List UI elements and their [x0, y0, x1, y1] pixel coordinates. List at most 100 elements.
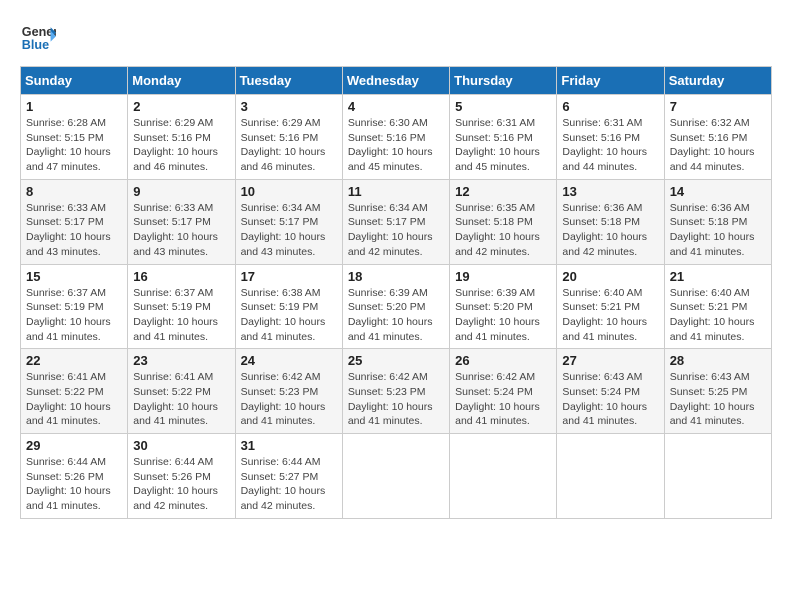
calendar-cell: 4 Sunrise: 6:30 AM Sunset: 5:16 PM Daylig… — [342, 95, 449, 180]
day-number: 5 — [455, 99, 551, 114]
calendar-cell: 19Sunrise: 6:39 AM Sunset: 5:20 PM Dayli… — [450, 264, 557, 349]
calendar-cell: 2Sunrise: 6:29 AM Sunset: 5:16 PM Daylig… — [128, 95, 235, 180]
day-number: 14 — [670, 184, 766, 199]
day-info: Sunrise: 6:44 AM Sunset: 5:27 PM Dayligh… — [241, 455, 337, 514]
calendar-cell: 17 Sunrise: 6:38 AM Sunset: 5:19 PM Dayli… — [235, 264, 342, 349]
calendar-cell: 27Sunrise: 6:43 AM Sunset: 5:24 PM Dayli… — [557, 349, 664, 434]
week-row-5: 29 Sunrise: 6:44 AM Sunset: 5:26 PM Dayli… — [21, 434, 772, 519]
day-info: Sunrise: 6:43 AM Sunset: 5:25 PM Dayligh… — [670, 370, 766, 429]
day-info: Sunrise: 6:33 AM Sunset: 5:17 PM Dayligh… — [26, 201, 122, 260]
day-number: 13 — [562, 184, 658, 199]
day-number: 2 — [133, 99, 229, 114]
weekday-header-tuesday: Tuesday — [235, 67, 342, 95]
day-info: Sunrise: 6:41 AM Sunset: 5:22 PM Dayligh… — [133, 370, 229, 429]
svg-text:Blue: Blue — [22, 38, 49, 52]
calendar-cell: 15 Sunrise: 6:37 AM Sunset: 5:19 PM Dayli… — [21, 264, 128, 349]
day-number: 9 — [133, 184, 229, 199]
day-info: Sunrise: 6:32 AM Sunset: 5:16 PM Dayligh… — [670, 116, 766, 175]
week-row-2: 8 Sunrise: 6:33 AM Sunset: 5:17 PM Daylig… — [21, 179, 772, 264]
calendar-cell: 26 Sunrise: 6:42 AM Sunset: 5:24 PM Dayli… — [450, 349, 557, 434]
day-number: 18 — [348, 269, 444, 284]
week-row-1: 1 Sunrise: 6:28 AM Sunset: 5:15 PM Daylig… — [21, 95, 772, 180]
day-info: Sunrise: 6:40 AM Sunset: 5:21 PM Dayligh… — [562, 286, 658, 345]
day-info: Sunrise: 6:39 AM Sunset: 5:20 PM Dayligh… — [348, 286, 444, 345]
calendar-cell — [557, 434, 664, 519]
day-info: Sunrise: 6:36 AM Sunset: 5:18 PM Dayligh… — [562, 201, 658, 260]
day-number: 26 — [455, 353, 551, 368]
calendar-cell: 14Sunrise: 6:36 AM Sunset: 5:18 PM Dayli… — [664, 179, 771, 264]
week-row-4: 22 Sunrise: 6:41 AM Sunset: 5:22 PM Dayli… — [21, 349, 772, 434]
day-number: 29 — [26, 438, 122, 453]
day-number: 17 — [241, 269, 337, 284]
day-info: Sunrise: 6:34 AM Sunset: 5:17 PM Dayligh… — [348, 201, 444, 260]
calendar-cell: 30 Sunrise: 6:44 AM Sunset: 5:26 PM Dayli… — [128, 434, 235, 519]
weekday-header-sunday: Sunday — [21, 67, 128, 95]
day-number: 15 — [26, 269, 122, 284]
day-info: Sunrise: 6:40 AM Sunset: 5:21 PM Dayligh… — [670, 286, 766, 345]
week-row-3: 15 Sunrise: 6:37 AM Sunset: 5:19 PM Dayli… — [21, 264, 772, 349]
calendar-cell: 24 Sunrise: 6:42 AM Sunset: 5:23 PM Dayli… — [235, 349, 342, 434]
day-number: 23 — [133, 353, 229, 368]
calendar-cell: 11 Sunrise: 6:34 AM Sunset: 5:17 PM Dayli… — [342, 179, 449, 264]
day-info: Sunrise: 6:42 AM Sunset: 5:23 PM Dayligh… — [241, 370, 337, 429]
calendar-cell: 1 Sunrise: 6:28 AM Sunset: 5:15 PM Daylig… — [21, 95, 128, 180]
day-number: 11 — [348, 184, 444, 199]
logo-icon: General Blue — [20, 20, 56, 56]
day-info: Sunrise: 6:44 AM Sunset: 5:26 PM Dayligh… — [133, 455, 229, 514]
calendar-cell: 20Sunrise: 6:40 AM Sunset: 5:21 PM Dayli… — [557, 264, 664, 349]
calendar-cell: 16 Sunrise: 6:37 AM Sunset: 5:19 PM Dayli… — [128, 264, 235, 349]
logo: General Blue — [20, 20, 60, 56]
day-info: Sunrise: 6:42 AM Sunset: 5:24 PM Dayligh… — [455, 370, 551, 429]
day-number: 24 — [241, 353, 337, 368]
day-number: 28 — [670, 353, 766, 368]
calendar-cell: 10 Sunrise: 6:34 AM Sunset: 5:17 PM Dayli… — [235, 179, 342, 264]
day-number: 27 — [562, 353, 658, 368]
calendar-cell: 12 Sunrise: 6:35 AM Sunset: 5:18 PM Dayli… — [450, 179, 557, 264]
calendar-cell: 31 Sunrise: 6:44 AM Sunset: 5:27 PM Dayli… — [235, 434, 342, 519]
day-number: 16 — [133, 269, 229, 284]
day-info: Sunrise: 6:42 AM Sunset: 5:23 PM Dayligh… — [348, 370, 444, 429]
day-info: Sunrise: 6:35 AM Sunset: 5:18 PM Dayligh… — [455, 201, 551, 260]
calendar-cell — [342, 434, 449, 519]
calendar-cell: 8 Sunrise: 6:33 AM Sunset: 5:17 PM Daylig… — [21, 179, 128, 264]
day-number: 12 — [455, 184, 551, 199]
day-info: Sunrise: 6:33 AM Sunset: 5:17 PM Dayligh… — [133, 201, 229, 260]
day-info: Sunrise: 6:37 AM Sunset: 5:19 PM Dayligh… — [133, 286, 229, 345]
calendar-cell — [450, 434, 557, 519]
calendar-cell: 7 Sunrise: 6:32 AM Sunset: 5:16 PM Daylig… — [664, 95, 771, 180]
day-info: Sunrise: 6:30 AM Sunset: 5:16 PM Dayligh… — [348, 116, 444, 175]
calendar-cell: 29 Sunrise: 6:44 AM Sunset: 5:26 PM Dayli… — [21, 434, 128, 519]
day-number: 31 — [241, 438, 337, 453]
day-number: 4 — [348, 99, 444, 114]
day-number: 22 — [26, 353, 122, 368]
day-number: 10 — [241, 184, 337, 199]
day-info: Sunrise: 6:31 AM Sunset: 5:16 PM Dayligh… — [562, 116, 658, 175]
day-number: 30 — [133, 438, 229, 453]
day-info: Sunrise: 6:28 AM Sunset: 5:15 PM Dayligh… — [26, 116, 122, 175]
calendar-cell: 13 Sunrise: 6:36 AM Sunset: 5:18 PM Dayli… — [557, 179, 664, 264]
weekday-header-friday: Friday — [557, 67, 664, 95]
weekday-header-saturday: Saturday — [664, 67, 771, 95]
weekday-header-monday: Monday — [128, 67, 235, 95]
calendar-cell: 28 Sunrise: 6:43 AM Sunset: 5:25 PM Dayli… — [664, 349, 771, 434]
day-info: Sunrise: 6:41 AM Sunset: 5:22 PM Dayligh… — [26, 370, 122, 429]
day-info: Sunrise: 6:44 AM Sunset: 5:26 PM Dayligh… — [26, 455, 122, 514]
calendar-cell: 21 Sunrise: 6:40 AM Sunset: 5:21 PM Dayli… — [664, 264, 771, 349]
weekday-header-row: SundayMondayTuesdayWednesdayThursdayFrid… — [21, 67, 772, 95]
day-number: 7 — [670, 99, 766, 114]
day-info: Sunrise: 6:37 AM Sunset: 5:19 PM Dayligh… — [26, 286, 122, 345]
day-number: 21 — [670, 269, 766, 284]
day-info: Sunrise: 6:34 AM Sunset: 5:17 PM Dayligh… — [241, 201, 337, 260]
day-number: 3 — [241, 99, 337, 114]
calendar-cell: 3 Sunrise: 6:29 AM Sunset: 5:16 PM Daylig… — [235, 95, 342, 180]
day-info: Sunrise: 6:31 AM Sunset: 5:16 PM Dayligh… — [455, 116, 551, 175]
calendar-cell: 6Sunrise: 6:31 AM Sunset: 5:16 PM Daylig… — [557, 95, 664, 180]
day-info: Sunrise: 6:38 AM Sunset: 5:19 PM Dayligh… — [241, 286, 337, 345]
day-info: Sunrise: 6:39 AM Sunset: 5:20 PM Dayligh… — [455, 286, 551, 345]
calendar-cell — [664, 434, 771, 519]
calendar-cell: 23 Sunrise: 6:41 AM Sunset: 5:22 PM Dayli… — [128, 349, 235, 434]
day-info: Sunrise: 6:29 AM Sunset: 5:16 PM Dayligh… — [241, 116, 337, 175]
weekday-header-wednesday: Wednesday — [342, 67, 449, 95]
day-number: 8 — [26, 184, 122, 199]
day-number: 1 — [26, 99, 122, 114]
